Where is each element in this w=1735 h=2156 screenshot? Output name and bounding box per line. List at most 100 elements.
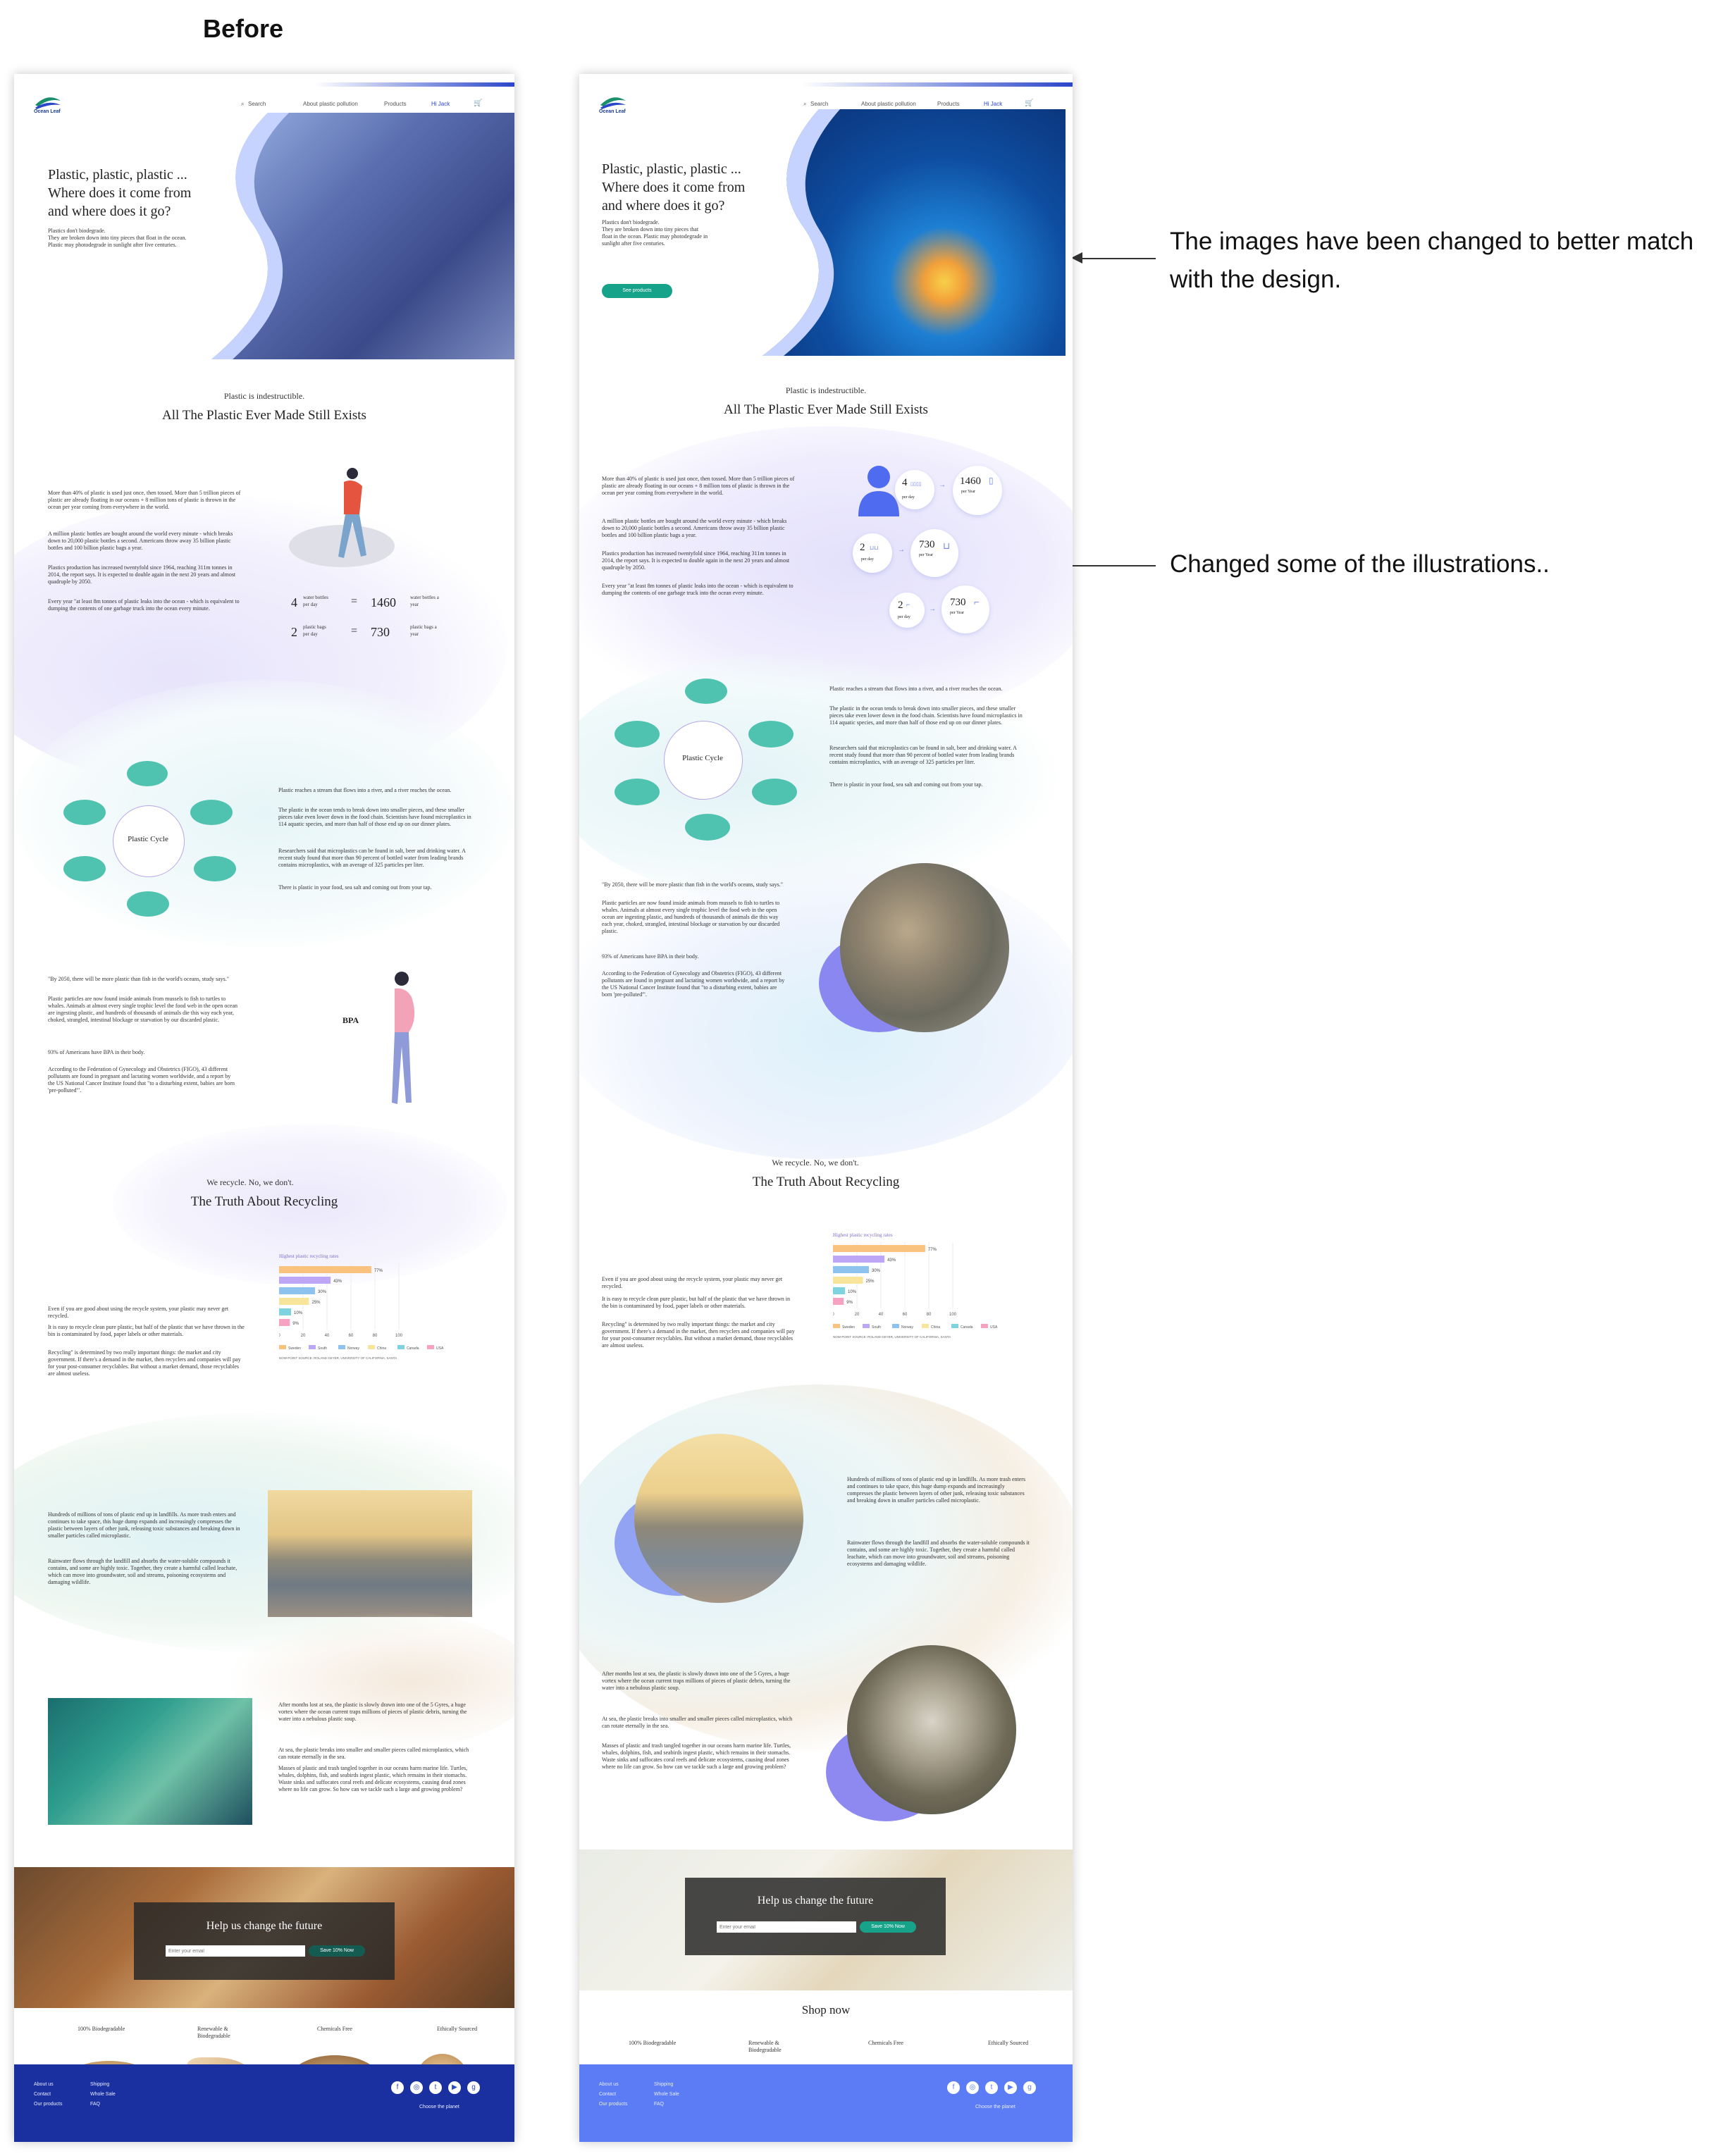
chart-bar [279, 1266, 371, 1273]
bpa-text-3: According to the Federation of Gynecolog… [602, 970, 785, 998]
search-icon[interactable]: ⌕ [803, 101, 806, 108]
cart-icon[interactable]: 🛒 [474, 99, 482, 107]
recycling-text-2: It is easy to recycle clean pure plastic… [48, 1324, 245, 1337]
chart-source: NOW-POINT SOURCE: ROLAND GEYER, UNIVERSI… [833, 1335, 951, 1339]
footer-link-products[interactable]: Our products [599, 2100, 627, 2109]
nav-search[interactable]: Search [248, 101, 266, 107]
newsletter-title: Help us change the future [757, 1895, 874, 1907]
hero-title: Plastic, plastic, plastic ... Where does… [602, 161, 746, 213]
footer-link-shipping[interactable]: Shipping [90, 2080, 116, 2090]
recycling-subtitle: We recycle. No, we don't. [772, 1158, 859, 1167]
chart-tick-label: 40 [325, 1334, 330, 1338]
stat-2-number: 2 [291, 625, 297, 639]
cycle-leaf-illustration [194, 856, 236, 881]
instagram-icon[interactable]: ◎ [410, 2081, 423, 2094]
footer-col-2: Shipping Whole Sale FAQ [90, 2080, 116, 2109]
chart-bar [833, 1266, 869, 1273]
chart-tick-label: 0 [279, 1334, 280, 1338]
chart-tick-label: 100 [395, 1334, 403, 1338]
fact-4: Every year "at least 8m tonnes of plasti… [602, 583, 794, 596]
newsletter-box [134, 1902, 395, 1980]
stat-circle [941, 586, 989, 633]
fact-1: More than 40% of plastic is used just on… [602, 476, 795, 496]
twitter-icon[interactable]: t [429, 2081, 442, 2094]
chart-bar [833, 1298, 844, 1305]
landfill-photo [634, 1434, 803, 1603]
youtube-icon[interactable]: ▶ [448, 2081, 461, 2094]
chart-bar [279, 1287, 315, 1294]
chart-legend-label: Sweden [842, 1325, 855, 1330]
stat-a2-total: 730 [919, 539, 935, 550]
stat-circle [853, 533, 892, 573]
recycling-title: The Truth About Recycling [752, 1175, 900, 1189]
chart-bar [833, 1245, 925, 1252]
stat-a1-total: 1460 [960, 476, 981, 487]
after-page: Ocean Leaf ⌕ Search About plastic pollut… [579, 74, 1073, 2142]
landfill-text-1: Hundreds of millions of tons of plastic … [48, 1511, 240, 1539]
recycling-chart-before: Highest plastic recycling rates 0 20 40 60 80… [279, 1253, 444, 1360]
footer-tagline: Choose the planet [975, 2105, 1015, 2109]
bpa-text-2: 93% of Americans have BPA in their body. [602, 953, 699, 960]
google-plus-icon[interactable]: g [1023, 2081, 1036, 2094]
cycle-text-4: There is plastic in your food, sea salt … [829, 781, 983, 788]
cycle-text-1: Plastic reaches a stream that flows into… [829, 686, 1003, 692]
search-icon[interactable]: ⌕ [241, 101, 244, 108]
footer-link-about[interactable]: About us [599, 2080, 627, 2090]
stat-a3-number: 2 [898, 600, 903, 611]
footer-link-faq[interactable]: FAQ [90, 2100, 116, 2109]
chart-bar [833, 1277, 863, 1284]
footer-link-faq[interactable]: FAQ [654, 2100, 679, 2109]
footer-link-shipping[interactable]: Shipping [654, 2080, 679, 2090]
recycling-subtitle: We recycle. No, we don't. [206, 1177, 294, 1187]
twitter-icon[interactable]: t [985, 2081, 998, 2094]
footer-link-contact[interactable]: Contact [34, 2090, 62, 2100]
arrow-right-icon: → [939, 481, 946, 489]
see-products-button[interactable]: See products [602, 284, 672, 298]
section-title: All The Plastic Ever Made Still Exists [162, 408, 366, 423]
nav-about[interactable]: About plastic pollution [861, 101, 916, 107]
bottle-icon: ▯ [989, 476, 994, 485]
email-input[interactable] [166, 1945, 305, 1957]
instagram-icon[interactable]: ◎ [966, 2081, 979, 2094]
footer-link-wholesale[interactable]: Whole Sale [654, 2090, 679, 2100]
chart-data-label: 10% [294, 1311, 303, 1315]
save-button[interactable]: Save 10% Now [309, 1945, 365, 1957]
nav-products[interactable]: Products [937, 101, 960, 107]
footer-col-2: Shipping Whole Sale FAQ [654, 2080, 679, 2109]
chart-legend-swatch [863, 1324, 870, 1328]
chart-tick-label: 20 [301, 1334, 306, 1338]
chart-data-label: 9% [846, 1301, 853, 1305]
shop-now-title: Shop now [801, 2003, 851, 2016]
footer-link-contact[interactable]: Contact [599, 2090, 627, 2100]
youtube-icon[interactable]: ▶ [1004, 2081, 1017, 2094]
cycle-text-4: There is plastic in your food, sea salt … [278, 884, 432, 891]
google-plus-icon[interactable]: g [467, 2081, 480, 2094]
chart-legend-label: China [377, 1346, 386, 1351]
chart-tick-label: 60 [903, 1313, 908, 1317]
chart-legend-swatch [981, 1324, 988, 1328]
nav-user[interactable]: Hi Jack [984, 101, 1002, 107]
save-button[interactable]: Save 10% Now [860, 1921, 916, 1933]
chart-data-label: 25% [312, 1301, 321, 1305]
nav-user[interactable]: Hi Jack [431, 101, 450, 107]
facebook-icon[interactable]: f [947, 2081, 960, 2094]
nav-search[interactable]: Search [810, 101, 828, 107]
facebook-icon[interactable]: f [391, 2081, 404, 2094]
annotation-arrow-1 [1082, 258, 1156, 259]
stat-2-total: 730 [371, 625, 390, 639]
footer-link-wholesale[interactable]: Whole Sale [90, 2090, 116, 2100]
nav-products[interactable]: Products [384, 101, 407, 107]
chart-data-label: 30% [872, 1269, 881, 1273]
chart-tick-label: 20 [855, 1313, 860, 1317]
stat-2-label: plastic bags per day [303, 624, 326, 637]
gyre-text-1: After months lost at sea, the plastic is… [602, 1671, 791, 1691]
footer-link-about[interactable]: About us [34, 2080, 62, 2090]
hero-title: Plastic, plastic, plastic ... Where does… [48, 167, 192, 219]
plastic-cycle-label: Plastic Cycle [128, 835, 168, 843]
nav-about[interactable]: About plastic pollution [303, 101, 358, 107]
landfill-text-1: Hundreds of millions of tons of plastic … [847, 1476, 1026, 1504]
email-input[interactable] [717, 1921, 856, 1933]
footer-link-products[interactable]: Our products [34, 2100, 62, 2109]
cart-icon[interactable]: 🛒 [1025, 99, 1033, 107]
plastic-cycle-label: Plastic Cycle [682, 754, 723, 762]
